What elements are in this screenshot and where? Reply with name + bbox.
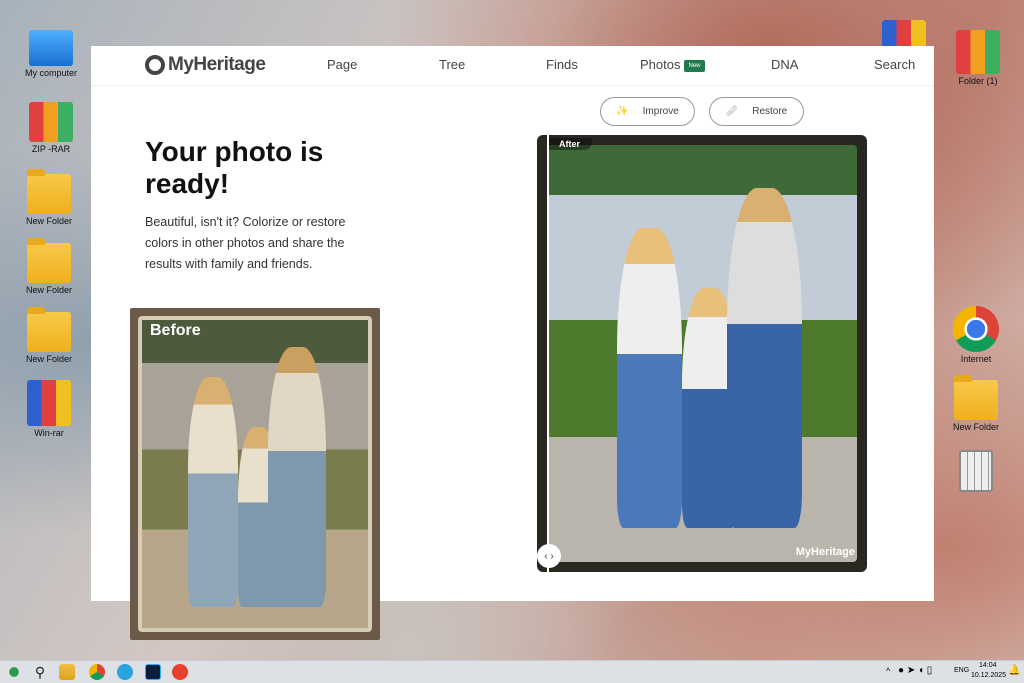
clock-time[interactable]: 14:04: [979, 662, 997, 669]
desktop-icon-new-folder-right[interactable]: New Folder: [946, 375, 1006, 432]
folder-icon: [954, 375, 998, 420]
icon-label: My computer: [24, 68, 77, 78]
desktop-icon-new-folder-1[interactable]: New Folder: [19, 169, 79, 226]
nav-dna[interactable]: DNA: [771, 57, 798, 72]
winrar-icon: [27, 380, 71, 426]
nav-photos-label: Photos: [640, 57, 681, 72]
chrome-icon: [953, 306, 999, 352]
nav-finds[interactable]: Finds: [546, 57, 578, 72]
compare-divider[interactable]: [547, 135, 549, 572]
desktop-icon-new-folder-2[interactable]: New Folder: [19, 238, 79, 295]
clock-date[interactable]: 10.12.2025: [971, 672, 1006, 679]
folder-icon: [27, 307, 71, 352]
improve-button[interactable]: ✨ Improve: [600, 97, 695, 126]
new-badge: New: [684, 59, 705, 72]
tray-icons[interactable]: ● ➤ ◖ ▯: [898, 665, 932, 676]
start-icon[interactable]: [6, 664, 22, 680]
notification-bell-icon[interactable]: 🔔: [1008, 665, 1020, 676]
file-explorer-icon[interactable]: [59, 664, 75, 680]
bandage-icon: 🩹: [725, 106, 739, 117]
logo-text: MyHeritage: [168, 54, 266, 75]
icon-label: New Folder: [25, 354, 72, 364]
watermark: MyHeritage: [795, 546, 855, 558]
desktop-icon-folder-1[interactable]: Folder (1): [948, 30, 1008, 86]
after-label: After: [547, 138, 593, 150]
desktop-icon-win-rar[interactable]: Win-rar: [19, 380, 79, 438]
nav-tree[interactable]: Tree: [439, 57, 465, 72]
tray-chevron-icon[interactable]: ^: [886, 666, 890, 676]
magic-wand-icon: ✨: [616, 106, 629, 117]
nav-photos[interactable]: Photos New: [640, 57, 705, 72]
before-label: Before: [150, 322, 201, 339]
search-icon[interactable]: ⚲: [32, 664, 48, 680]
telegram-icon[interactable]: [117, 664, 133, 680]
person: [617, 228, 682, 529]
desktop-icon-new-folder-3[interactable]: New Folder: [19, 307, 79, 364]
desktop-icon-my-computer[interactable]: My computer: [21, 30, 81, 78]
nav-page[interactable]: Page: [327, 57, 357, 72]
improve-label: Improve: [642, 106, 679, 117]
person: [188, 376, 238, 607]
trash-icon: [959, 450, 993, 492]
restore-button[interactable]: 🩹 Restore: [709, 97, 804, 126]
person: [268, 346, 326, 607]
desktop-icon-zip-rar[interactable]: ZIP -RAR: [21, 102, 81, 154]
icon-label: New Folder: [25, 216, 72, 226]
restore-label: Restore: [752, 106, 788, 117]
icon-label: Win-rar: [34, 428, 64, 438]
chrome-icon[interactable]: [89, 664, 105, 680]
myheritage-logo[interactable]: MyHeritage: [145, 54, 266, 76]
monitor-icon: [29, 30, 73, 66]
top-nav: MyHeritage Page Tree Finds Photos New DNA…: [91, 46, 934, 86]
nav-search[interactable]: Search: [874, 57, 915, 72]
icon-label: ZIP -RAR: [31, 144, 71, 154]
icon-label: New Folder: [952, 422, 999, 432]
after-photo[interactable]: After MyHeritage ‹ ›: [537, 135, 867, 572]
binders-icon: [956, 30, 1000, 74]
folder-icon: [27, 169, 71, 214]
icon-label: Internet: [960, 354, 992, 364]
page-description: Beautiful, isn't it? Colorize or restore…: [145, 215, 346, 271]
before-photo[interactable]: Before: [130, 308, 380, 640]
icon-label: Folder (1): [958, 76, 998, 86]
page-title: Your photo is ready!: [145, 136, 324, 199]
desktop-icon-recycle-bin[interactable]: [946, 450, 1006, 494]
person: [727, 188, 802, 529]
compare-slider-handle-icon[interactable]: ‹ ›: [537, 544, 561, 568]
icon-label: New Folder: [25, 285, 72, 295]
app-icon[interactable]: [172, 664, 188, 680]
taskbar: ⚲ ^ ● ➤ ◖ ▯ ENG 14:04 10.12.2025 🔔: [0, 660, 1024, 683]
folder-icon: [27, 238, 71, 283]
binders-icon: [29, 102, 73, 142]
logo-icon: [145, 55, 165, 75]
language-indicator[interactable]: ENG: [954, 667, 969, 674]
desktop-icon-internet[interactable]: Internet: [946, 306, 1006, 364]
photoshop-icon[interactable]: [145, 664, 161, 680]
